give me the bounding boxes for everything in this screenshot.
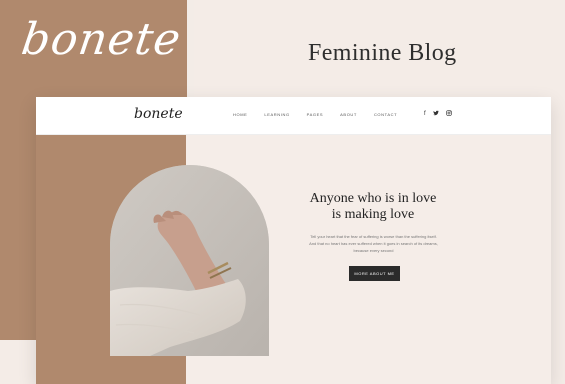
hero-paragraph-line-3: because every second xyxy=(353,248,394,253)
nav-item-about[interactable]: ABOUT xyxy=(340,112,357,117)
nav-item-pages[interactable]: PAGES xyxy=(307,112,324,117)
nav-item-contact[interactable]: CONTACT xyxy=(374,112,397,117)
social-links: f xyxy=(424,110,452,118)
nav-item-home[interactable]: HOME xyxy=(233,112,247,117)
arch-photo xyxy=(110,165,269,356)
hero-paragraph-line-2: And that no heart has ever suffered when… xyxy=(309,241,438,246)
hero-headline-line-1: Anyone who is in love xyxy=(309,191,437,206)
brand-logo: bonete xyxy=(18,14,185,65)
nav-item-learning[interactable]: LEARNING xyxy=(264,112,289,117)
hero-paragraph-line-1: Tell your heart that the fear of sufferi… xyxy=(310,234,437,239)
hero-headline-line-2: is making love xyxy=(331,207,415,222)
hero-section: Anyone who is in love is making love Tel… xyxy=(36,135,551,384)
instagram-icon[interactable] xyxy=(445,110,452,118)
hero-title: Feminine Blog xyxy=(308,40,457,66)
more-about-me-button[interactable]: MORE ABOUT ME xyxy=(349,266,400,281)
site-header: bonete HOME LEARNING PAGES ABOUT CONTACT… xyxy=(36,97,551,135)
twitter-icon[interactable] xyxy=(432,110,439,118)
main-nav: HOME LEARNING PAGES ABOUT CONTACT xyxy=(233,112,397,117)
hero-headline: Anyone who is in love is making love xyxy=(298,191,448,223)
facebook-icon[interactable]: f xyxy=(424,111,426,117)
hero-paragraph: Tell your heart that the fear of sufferi… xyxy=(296,233,451,254)
site-logo[interactable]: bonete xyxy=(134,106,183,122)
site-preview-window: bonete HOME LEARNING PAGES ABOUT CONTACT… xyxy=(36,97,551,384)
